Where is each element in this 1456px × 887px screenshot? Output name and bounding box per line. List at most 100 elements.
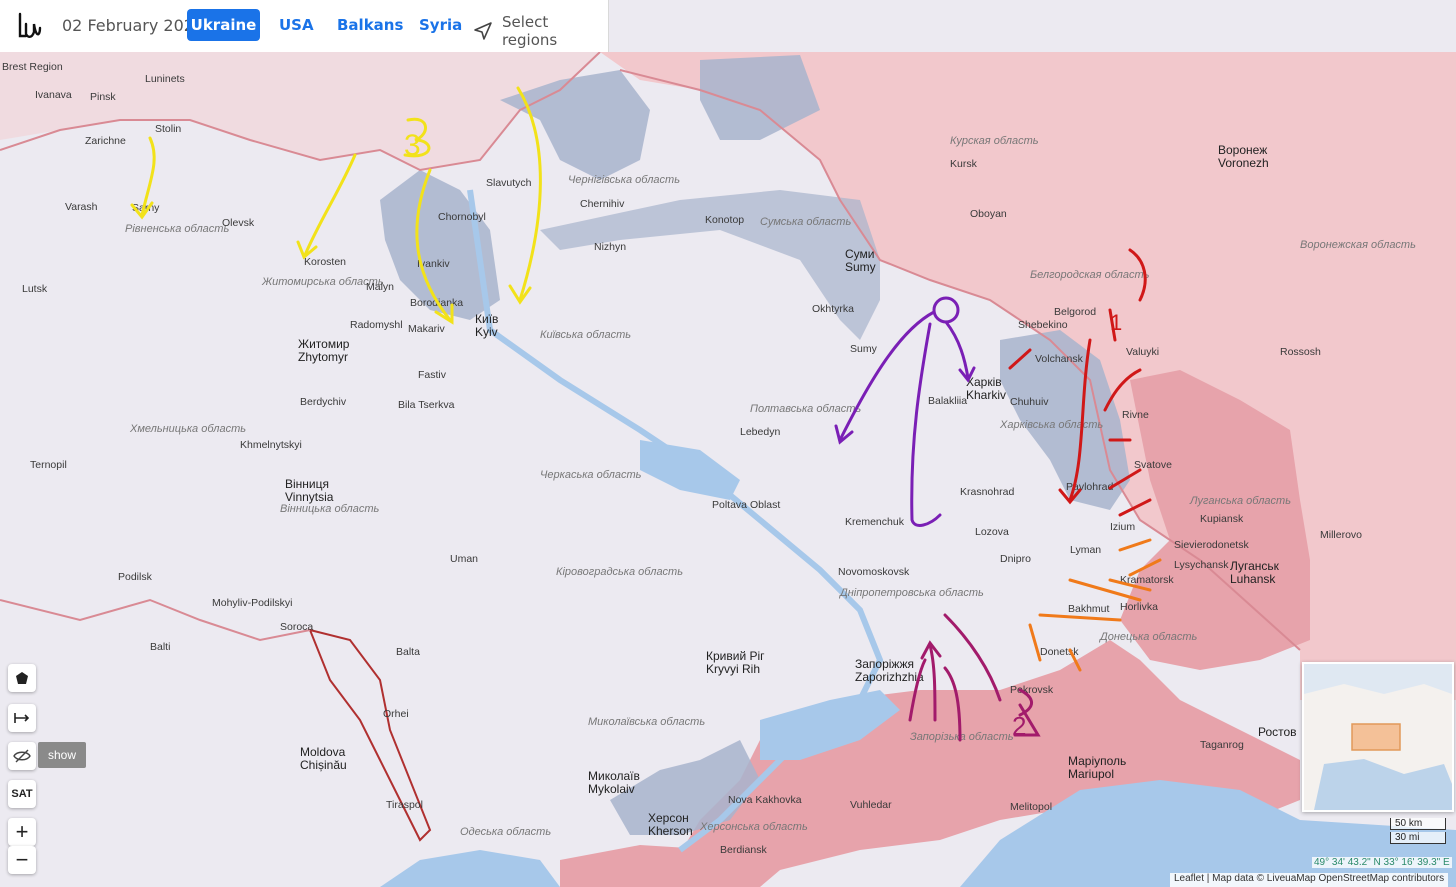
town-label: Krasnohrad (960, 486, 1014, 498)
oblast-label: Хмельницька область (129, 423, 246, 435)
town-label: Novomoskovsk (838, 566, 910, 578)
city-label: Житомир (298, 337, 350, 351)
select-regions-button[interactable]: Select regions (472, 13, 608, 49)
annotation-label: 1 (1110, 310, 1122, 335)
town-label: Pokrovsk (1010, 684, 1054, 696)
town-label: Kremenchuk (845, 516, 905, 528)
oblast-label: Донецька область (1098, 631, 1198, 643)
measure-icon (14, 713, 30, 723)
town-label: Lutsk (22, 283, 48, 295)
hide-layer-button[interactable] (8, 742, 36, 770)
town-label: Khmelnytskyi (240, 439, 302, 451)
city-label: Кривий Ріг (706, 649, 765, 663)
town-label: Chernihiv (580, 198, 625, 210)
city-label: Луганськ (1230, 559, 1280, 573)
city-label: Миколаїв (588, 769, 640, 783)
oblast-label: Кіровоградська область (556, 566, 683, 578)
annotation-label: 3 (404, 129, 421, 162)
city-label: Київ (475, 312, 498, 326)
oblast-label: Белгородская область (1030, 269, 1150, 281)
city-label: Chișinău (300, 758, 347, 772)
town-label: Izium (1110, 521, 1135, 533)
oblast-label: Рівненська область (125, 223, 229, 235)
town-label: Ternopil (30, 459, 67, 471)
town-label: Uman (450, 553, 478, 565)
show-button[interactable]: show (38, 742, 86, 768)
town-label: Slavutych (486, 177, 532, 189)
tab-usa[interactable]: USA (279, 16, 314, 34)
city-label: Херсон (648, 811, 689, 825)
city-label: Kharkiv (966, 388, 1006, 402)
town-label: Brest Region (2, 61, 63, 73)
oblast-label: Херсонська область (699, 821, 808, 833)
oblast-label: Черкаська область (540, 469, 642, 481)
oblast-label: Воронежская область (1300, 239, 1416, 251)
oblast-label: Луганська область (1189, 495, 1291, 507)
town-label: Balakliia (928, 395, 967, 407)
map-canvas[interactable]: Рівненська область Житомирська область К… (0, 0, 1456, 887)
town-label: Rossosh (1280, 346, 1321, 358)
oblast-label: Полтавська область (750, 403, 861, 415)
town-label: Varash (65, 201, 98, 213)
town-label: Taganrog (1200, 739, 1244, 751)
town-label: Mohyliv-Podilskyi (212, 597, 293, 609)
town-label: Malyn (366, 281, 394, 293)
town-label: Berdychiv (300, 396, 347, 408)
town-label: Soroca (280, 621, 313, 633)
city-label: Mykolaiv (588, 782, 635, 796)
zoom-out-button[interactable]: − (8, 846, 36, 874)
zoom-in-button[interactable]: + (8, 818, 36, 846)
oblast-label: Дніпропетровська область (838, 587, 984, 599)
city-label: Суми (845, 247, 874, 261)
town-label: Shebekino (1018, 319, 1068, 331)
town-label: Oboyan (970, 208, 1007, 220)
city-label: Ростов (1258, 725, 1297, 739)
tab-balkans[interactable]: Balkans (337, 16, 403, 34)
town-label: Sievierodonetsk (1174, 539, 1249, 551)
town-label: Balta (396, 646, 420, 658)
draw-polygon-button[interactable] (8, 664, 36, 692)
town-label: Stolin (155, 123, 181, 135)
tab-syria[interactable]: Syria (419, 16, 462, 34)
oblast-label: Вінницька область (280, 503, 379, 515)
measure-button[interactable] (8, 704, 36, 732)
city-label: Zaporizhzhia (855, 670, 924, 684)
satellite-toggle[interactable]: SAT (8, 780, 36, 808)
pentagon-icon (16, 672, 28, 684)
town-label: Olevsk (222, 217, 255, 229)
city-label: Mariupol (1068, 767, 1114, 781)
town-label: Belgorod (1054, 306, 1096, 318)
city-label: Воронеж (1218, 143, 1267, 157)
city-label: Kyiv (475, 325, 498, 339)
liveuamap-logo-icon[interactable] (16, 12, 42, 40)
town-label: Berdiansk (720, 844, 767, 856)
oblast-label: Сумська область (760, 216, 851, 228)
town-label: Lozova (975, 526, 1009, 538)
overview-minimap[interactable] (1302, 662, 1454, 812)
town-label: Lyman (1070, 544, 1101, 556)
oblast-label: Запорізька область (910, 731, 1014, 743)
town-label: Pinsk (90, 91, 116, 103)
town-label: Sumy (850, 343, 878, 355)
top-bar: 02 February 2023 Ukraine USA Balkans Syr… (0, 0, 609, 52)
town-label: Fastiv (418, 369, 447, 381)
minimap-viewport[interactable] (1351, 723, 1401, 751)
city-label: Luhansk (1230, 572, 1276, 586)
city-label: Маріуполь (1068, 754, 1126, 768)
map-attribution[interactable]: Leaflet | Map data © LiveuaMap OpenStree… (1170, 873, 1449, 887)
town-label: Zarichne (85, 135, 126, 147)
oblast-label: Чернігівська область (568, 174, 680, 186)
town-label: Chuhuiv (1010, 396, 1049, 408)
city-label: Kherson (648, 824, 693, 838)
town-label: Dnipro (1000, 553, 1031, 565)
current-date[interactable]: 02 February 2023 (62, 16, 204, 35)
town-label: Makariv (408, 323, 446, 335)
tab-ukraine[interactable]: Ukraine (187, 9, 260, 41)
town-label: Melitopol (1010, 801, 1052, 813)
town-label: Balti (150, 641, 170, 653)
town-label: Konotop (705, 214, 744, 226)
oblast-label: Київська область (540, 329, 631, 341)
city-label: Запоріжжя (855, 657, 914, 671)
town-label: Podilsk (118, 571, 153, 583)
city-label: Харків (966, 375, 1002, 389)
